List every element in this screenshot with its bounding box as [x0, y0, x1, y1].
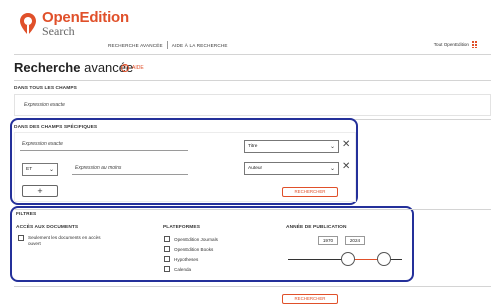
specific-row2-field-select[interactable]: Auteur ⌄	[244, 162, 339, 175]
page-title: Recherche avancée	[14, 60, 134, 75]
year-slider-max-handle[interactable]	[377, 252, 391, 266]
header-divider	[14, 54, 491, 55]
specific-row2-operator-select[interactable]: ET ⌄	[22, 163, 58, 176]
openedition-logo-icon[interactable]	[18, 11, 38, 37]
specific-row2-field-value: Auteur	[248, 166, 263, 171]
platform-books-checkbox[interactable]	[164, 246, 170, 252]
specific-row1-input[interactable]: Expression exacte	[22, 141, 63, 147]
all-fields-heading: Dans tous les champs	[14, 86, 77, 91]
chevron-down-icon: ⌄	[329, 144, 335, 150]
open-access-checkbox[interactable]	[18, 235, 24, 241]
platform-books-label: OpenEdition Books	[174, 247, 214, 252]
bottom-divider	[14, 286, 491, 287]
grid-menu-icon	[472, 41, 477, 48]
nav-search-help[interactable]: Aide à la recherche	[172, 43, 228, 48]
specific-row2-underline	[72, 174, 188, 175]
remove-row1-close-icon[interactable]: ✕	[342, 139, 350, 150]
year-from-input[interactable]: 1970	[318, 236, 338, 245]
year-slider-min-handle[interactable]	[341, 252, 355, 266]
platform-menu-label: Tout OpenEdition	[433, 42, 469, 47]
nav-separator	[166, 41, 168, 49]
platform-hypotheses-checkbox[interactable]	[164, 256, 170, 262]
specific-row1-underline	[20, 150, 188, 151]
specific-row2-operator-value: ET	[26, 167, 33, 172]
specific-row1-field-select[interactable]: Titre ⌄	[244, 140, 339, 153]
platform-journals-checkbox[interactable]	[164, 236, 170, 242]
year-heading: Année de publication	[286, 225, 347, 230]
platforms-heading: Plateformes	[163, 225, 200, 230]
all-fields-panel	[14, 94, 491, 116]
platform-hypotheses-label: Hypotheses	[174, 257, 199, 262]
platform-menu[interactable]: Tout OpenEdition	[434, 41, 477, 48]
add-field-button[interactable]: +	[22, 185, 58, 197]
specific-search-button[interactable]: Rechercher	[282, 187, 338, 197]
access-heading: Accès aux documents	[16, 225, 79, 230]
help-link[interactable]: ? Aide	[121, 64, 144, 72]
site-header: OpenEdition Search Recherche avancée Aid…	[0, 0, 491, 54]
top-navigation: Recherche avancée Aide à la recherche	[108, 41, 228, 49]
specific-row2-input[interactable]: Expression au moins	[75, 165, 121, 171]
title-divider	[14, 80, 491, 81]
chevron-down-icon: ⌄	[48, 167, 54, 173]
bottom-search-button[interactable]: Rechercher	[282, 294, 338, 304]
remove-row2-close-icon[interactable]: ✕	[342, 161, 350, 172]
help-label: Aide	[132, 65, 144, 71]
specific-fields-heading: Dans des champs spécifiques	[14, 125, 98, 130]
platform-journals-label: OpenEdition Journals	[174, 237, 218, 242]
open-access-label: Seulement les documents en accès ouvert	[28, 235, 101, 246]
year-to-input[interactable]: 2024	[345, 236, 365, 245]
nav-advanced-search[interactable]: Recherche avancée	[108, 43, 163, 48]
brand-subtitle: Search	[42, 24, 75, 38]
chevron-down-icon: ⌄	[329, 166, 335, 172]
platform-calenda-checkbox[interactable]	[164, 266, 170, 272]
filters-divider	[14, 209, 491, 210]
all-fields-input[interactable]: Expression exacte	[24, 102, 65, 108]
filters-heading: Filtres	[16, 212, 37, 217]
specific-row1-field-value: Titre	[248, 144, 258, 149]
help-icon: ?	[121, 64, 129, 72]
platform-calenda-label: Calenda	[174, 267, 192, 272]
